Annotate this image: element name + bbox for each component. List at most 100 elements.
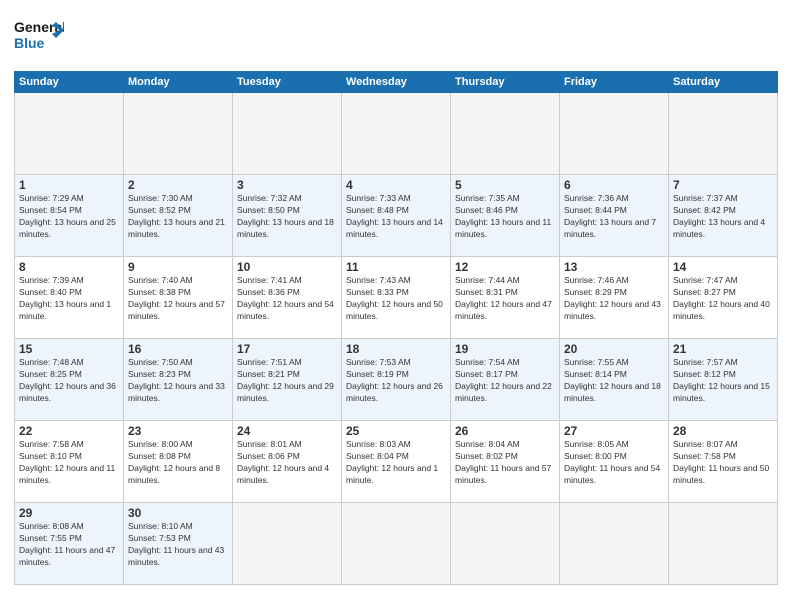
day-number: 9 <box>128 260 228 274</box>
day-number: 14 <box>673 260 773 274</box>
col-header-friday: Friday <box>560 72 669 93</box>
day-info: Sunrise: 7:43 AM Sunset: 8:33 PM Dayligh… <box>346 275 446 323</box>
calendar-cell: 25Sunrise: 8:03 AM Sunset: 8:04 PM Dayli… <box>342 421 451 503</box>
day-info: Sunrise: 7:50 AM Sunset: 8:23 PM Dayligh… <box>128 357 228 405</box>
calendar-cell: 21Sunrise: 7:57 AM Sunset: 8:12 PM Dayli… <box>669 339 778 421</box>
calendar-cell: 14Sunrise: 7:47 AM Sunset: 8:27 PM Dayli… <box>669 257 778 339</box>
day-info: Sunrise: 8:08 AM Sunset: 7:55 PM Dayligh… <box>19 521 119 569</box>
day-info: Sunrise: 7:32 AM Sunset: 8:50 PM Dayligh… <box>237 193 337 241</box>
day-number: 2 <box>128 178 228 192</box>
day-info: Sunrise: 8:04 AM Sunset: 8:02 PM Dayligh… <box>455 439 555 487</box>
calendar-cell: 18Sunrise: 7:53 AM Sunset: 8:19 PM Dayli… <box>342 339 451 421</box>
day-info: Sunrise: 8:01 AM Sunset: 8:06 PM Dayligh… <box>237 439 337 487</box>
day-number: 25 <box>346 424 446 438</box>
calendar-cell <box>451 93 560 175</box>
calendar-cell: 30Sunrise: 8:10 AM Sunset: 7:53 PM Dayli… <box>124 503 233 585</box>
calendar-table: SundayMondayTuesdayWednesdayThursdayFrid… <box>14 71 778 585</box>
calendar-cell: 3Sunrise: 7:32 AM Sunset: 8:50 PM Daylig… <box>233 175 342 257</box>
day-info: Sunrise: 7:53 AM Sunset: 8:19 PM Dayligh… <box>346 357 446 405</box>
col-header-monday: Monday <box>124 72 233 93</box>
day-number: 21 <box>673 342 773 356</box>
day-info: Sunrise: 8:05 AM Sunset: 8:00 PM Dayligh… <box>564 439 664 487</box>
day-number: 16 <box>128 342 228 356</box>
calendar-cell: 1Sunrise: 7:29 AM Sunset: 8:54 PM Daylig… <box>15 175 124 257</box>
day-number: 11 <box>346 260 446 274</box>
day-info: Sunrise: 7:39 AM Sunset: 8:40 PM Dayligh… <box>19 275 119 323</box>
day-info: Sunrise: 7:29 AM Sunset: 8:54 PM Dayligh… <box>19 193 119 241</box>
svg-text:Blue: Blue <box>14 35 45 51</box>
day-info: Sunrise: 7:33 AM Sunset: 8:48 PM Dayligh… <box>346 193 446 241</box>
day-number: 26 <box>455 424 555 438</box>
calendar-cell <box>124 93 233 175</box>
calendar-cell: 11Sunrise: 7:43 AM Sunset: 8:33 PM Dayli… <box>342 257 451 339</box>
day-info: Sunrise: 7:36 AM Sunset: 8:44 PM Dayligh… <box>564 193 664 241</box>
day-number: 29 <box>19 506 119 520</box>
col-header-tuesday: Tuesday <box>233 72 342 93</box>
day-number: 15 <box>19 342 119 356</box>
day-info: Sunrise: 7:46 AM Sunset: 8:29 PM Dayligh… <box>564 275 664 323</box>
calendar-cell <box>669 503 778 585</box>
day-info: Sunrise: 7:55 AM Sunset: 8:14 PM Dayligh… <box>564 357 664 405</box>
day-number: 8 <box>19 260 119 274</box>
day-number: 3 <box>237 178 337 192</box>
col-header-wednesday: Wednesday <box>342 72 451 93</box>
day-number: 23 <box>128 424 228 438</box>
calendar-cell <box>560 93 669 175</box>
col-header-saturday: Saturday <box>669 72 778 93</box>
calendar-cell: 27Sunrise: 8:05 AM Sunset: 8:00 PM Dayli… <box>560 421 669 503</box>
calendar-cell: 6Sunrise: 7:36 AM Sunset: 8:44 PM Daylig… <box>560 175 669 257</box>
col-header-thursday: Thursday <box>451 72 560 93</box>
day-number: 27 <box>564 424 664 438</box>
day-number: 5 <box>455 178 555 192</box>
calendar-cell <box>233 93 342 175</box>
day-info: Sunrise: 7:58 AM Sunset: 8:10 PM Dayligh… <box>19 439 119 487</box>
calendar-cell <box>342 503 451 585</box>
calendar-cell: 13Sunrise: 7:46 AM Sunset: 8:29 PM Dayli… <box>560 257 669 339</box>
day-number: 10 <box>237 260 337 274</box>
calendar-cell: 26Sunrise: 8:04 AM Sunset: 8:02 PM Dayli… <box>451 421 560 503</box>
day-info: Sunrise: 8:10 AM Sunset: 7:53 PM Dayligh… <box>128 521 228 569</box>
calendar-cell: 20Sunrise: 7:55 AM Sunset: 8:14 PM Dayli… <box>560 339 669 421</box>
day-number: 28 <box>673 424 773 438</box>
logo-icon: General Blue <box>14 14 64 58</box>
calendar-cell <box>560 503 669 585</box>
calendar-cell <box>451 503 560 585</box>
day-number: 1 <box>19 178 119 192</box>
calendar-cell <box>233 503 342 585</box>
calendar-cell: 29Sunrise: 8:08 AM Sunset: 7:55 PM Dayli… <box>15 503 124 585</box>
day-number: 22 <box>19 424 119 438</box>
calendar-cell <box>342 93 451 175</box>
calendar-cell: 28Sunrise: 8:07 AM Sunset: 7:58 PM Dayli… <box>669 421 778 503</box>
col-header-sunday: Sunday <box>15 72 124 93</box>
day-info: Sunrise: 7:40 AM Sunset: 8:38 PM Dayligh… <box>128 275 228 323</box>
calendar-cell: 23Sunrise: 8:00 AM Sunset: 8:08 PM Dayli… <box>124 421 233 503</box>
day-number: 30 <box>128 506 228 520</box>
calendar-cell: 2Sunrise: 7:30 AM Sunset: 8:52 PM Daylig… <box>124 175 233 257</box>
day-number: 6 <box>564 178 664 192</box>
day-info: Sunrise: 7:48 AM Sunset: 8:25 PM Dayligh… <box>19 357 119 405</box>
calendar-cell: 17Sunrise: 7:51 AM Sunset: 8:21 PM Dayli… <box>233 339 342 421</box>
calendar-cell <box>669 93 778 175</box>
calendar-cell: 16Sunrise: 7:50 AM Sunset: 8:23 PM Dayli… <box>124 339 233 421</box>
day-info: Sunrise: 7:30 AM Sunset: 8:52 PM Dayligh… <box>128 193 228 241</box>
calendar-cell: 7Sunrise: 7:37 AM Sunset: 8:42 PM Daylig… <box>669 175 778 257</box>
day-info: Sunrise: 7:57 AM Sunset: 8:12 PM Dayligh… <box>673 357 773 405</box>
calendar-cell: 4Sunrise: 7:33 AM Sunset: 8:48 PM Daylig… <box>342 175 451 257</box>
day-info: Sunrise: 7:37 AM Sunset: 8:42 PM Dayligh… <box>673 193 773 241</box>
day-info: Sunrise: 7:47 AM Sunset: 8:27 PM Dayligh… <box>673 275 773 323</box>
calendar-cell <box>15 93 124 175</box>
day-info: Sunrise: 7:41 AM Sunset: 8:36 PM Dayligh… <box>237 275 337 323</box>
calendar-cell: 8Sunrise: 7:39 AM Sunset: 8:40 PM Daylig… <box>15 257 124 339</box>
calendar-cell: 22Sunrise: 7:58 AM Sunset: 8:10 PM Dayli… <box>15 421 124 503</box>
day-number: 12 <box>455 260 555 274</box>
calendar-cell: 15Sunrise: 7:48 AM Sunset: 8:25 PM Dayli… <box>15 339 124 421</box>
day-number: 4 <box>346 178 446 192</box>
day-info: Sunrise: 7:44 AM Sunset: 8:31 PM Dayligh… <box>455 275 555 323</box>
day-info: Sunrise: 7:54 AM Sunset: 8:17 PM Dayligh… <box>455 357 555 405</box>
day-number: 18 <box>346 342 446 356</box>
day-number: 7 <box>673 178 773 192</box>
calendar-cell: 9Sunrise: 7:40 AM Sunset: 8:38 PM Daylig… <box>124 257 233 339</box>
day-number: 17 <box>237 342 337 356</box>
calendar-cell: 19Sunrise: 7:54 AM Sunset: 8:17 PM Dayli… <box>451 339 560 421</box>
day-number: 13 <box>564 260 664 274</box>
